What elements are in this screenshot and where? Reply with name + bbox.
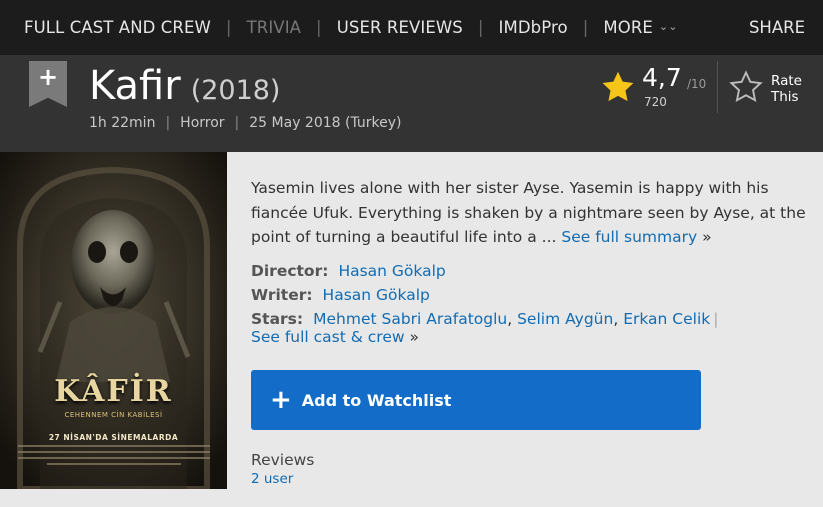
rate-this-button[interactable]: Rate This <box>726 67 816 107</box>
nav-more-label: MORE <box>603 18 653 37</box>
nav-separator: | <box>316 18 322 37</box>
title-subtext: 1h 22min | Horror | 25 May 2018 (Turkey) <box>89 115 402 131</box>
star-link[interactable]: Erkan Celik <box>623 310 710 328</box>
nav-more[interactable]: MORE ⌄⌄ <box>603 18 677 37</box>
plus-icon: + <box>270 385 292 415</box>
writer-row: Writer: Hasan Gökalp <box>251 286 430 304</box>
user-reviews-link[interactable]: 2 user <box>251 471 293 487</box>
subtext-separator: | <box>234 115 240 131</box>
raquo: » <box>409 328 419 346</box>
rate-this-line2: This <box>771 89 799 105</box>
poster-title: KÂFİR <box>54 374 173 409</box>
rating-best: /10 <box>687 77 707 91</box>
nav-separator: | <box>477 18 484 37</box>
nav-user-reviews[interactable]: USER REVIEWS <box>337 18 463 37</box>
add-to-watchlist-button[interactable]: + Add to Watchlist <box>251 370 701 430</box>
plus-icon: + <box>37 63 59 91</box>
raquo: » <box>702 228 712 246</box>
see-full-cast-link[interactable]: See full cast & crew <box>251 328 405 346</box>
poster[interactable]: KÂFİR CEHENNEM CİN KABİLESİ 27 NİSAN'DA … <box>0 152 227 489</box>
divider <box>717 61 718 113</box>
subtext-separator: | <box>165 115 171 131</box>
genre-link[interactable]: Horror <box>180 115 224 131</box>
runtime: 1h 22min <box>89 115 156 131</box>
star-link[interactable]: Mehmet Sabri Arafatoglu <box>313 310 507 328</box>
writer-link[interactable]: Hasan Gökalp <box>323 286 430 304</box>
title-year[interactable]: (2018) <box>191 75 281 106</box>
poster-date: 27 NİSAN'DA SİNEMALARDA <box>48 433 179 442</box>
plot-summary: Yasemin lives alone with her sister Ayse… <box>251 176 811 250</box>
release-date-link[interactable]: 25 May 2018 (Turkey) <box>249 115 401 131</box>
nav-separator: | <box>582 18 589 37</box>
nav-imdbpro[interactable]: IMDbPro <box>499 18 568 37</box>
director-link[interactable]: Hasan Gökalp <box>338 262 445 280</box>
full-cast-row: See full cast & crew » <box>251 328 419 346</box>
star-link[interactable]: Selim Aygün <box>517 310 613 328</box>
share-button[interactable]: SHARE <box>749 18 805 37</box>
top-nav: FULL CAST AND CREW | TRIVIA | USER REVIE… <box>0 0 823 55</box>
chevron-down-icon: ⌄⌄ <box>658 20 678 33</box>
nav-trivia[interactable]: TRIVIA <box>247 18 301 37</box>
rate-this-label: Rate This <box>771 73 802 105</box>
rating-count[interactable]: 720 <box>644 95 667 109</box>
title-text: Kafir <box>89 63 181 109</box>
rate-this-line1: Rate <box>771 73 802 89</box>
separator: | <box>713 310 719 328</box>
watchlist-label: Add to Watchlist <box>301 390 452 410</box>
see-full-summary-link[interactable]: See full summary <box>561 228 697 246</box>
writer-label: Writer: <box>251 286 313 304</box>
nav-separator: | <box>225 18 232 37</box>
summary-text: Yasemin lives alone with her sister Ayse… <box>251 179 806 246</box>
stars-row: Stars: Mehmet Sabri Arafatoglu, Selim Ayg… <box>251 310 719 328</box>
star-outline-icon <box>729 70 763 103</box>
nav-full-cast[interactable]: FULL CAST AND CREW <box>24 18 211 37</box>
nav-list: FULL CAST AND CREW | TRIVIA | USER REVIE… <box>24 18 678 37</box>
director-label: Director: <box>251 262 329 280</box>
poster-credits <box>18 445 210 475</box>
rating-value: 4,7 <box>642 63 682 92</box>
watchlist-ribbon-icon[interactable]: + <box>29 61 67 107</box>
poster-tagline: CEHENNEM CİN KABİLESİ <box>64 411 163 419</box>
movie-title: Kafir (2018) <box>89 62 280 115</box>
title-bar: + Kafir (2018) 1h 22min | Horror | 25 May 201… <box>0 55 823 152</box>
stars-label: Stars: <box>251 310 304 328</box>
director-row: Director: Hasan Gökalp <box>251 262 446 280</box>
star-icon <box>602 71 634 102</box>
rating-block: 4,7 /10 720 <box>598 63 712 113</box>
reviews-heading: Reviews <box>251 451 315 469</box>
